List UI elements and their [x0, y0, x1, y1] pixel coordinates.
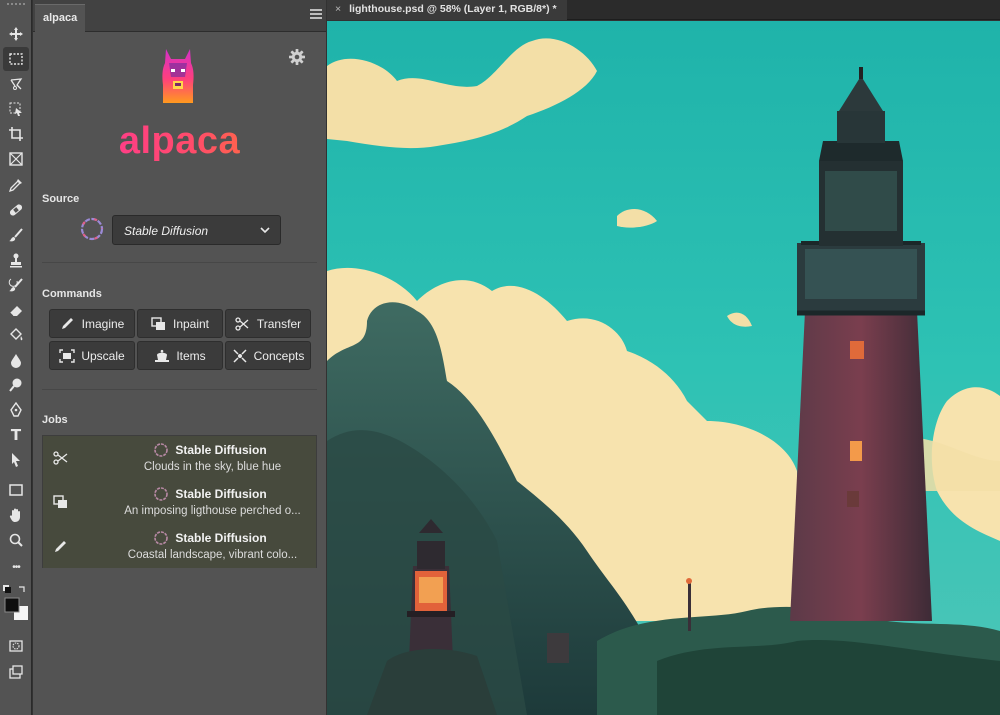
job-title: Stable Diffusion [85, 530, 335, 546]
job-title: Stable Diffusion [85, 442, 335, 458]
object-select-tool-icon[interactable] [3, 97, 29, 121]
concepts-label: Concepts [253, 348, 305, 363]
toolbar-grip[interactable] [7, 3, 25, 7]
crop-tool-icon[interactable] [3, 122, 29, 146]
job-item[interactable]: Stable Diffusion Coastal landscape, vibr… [43, 524, 316, 568]
job-item[interactable]: Stable Diffusion An imposing ligthouse p… [43, 480, 316, 524]
inpaint-button[interactable]: Inpaint [137, 309, 223, 338]
path-select-tool-icon[interactable] [3, 448, 29, 472]
eyedropper-tool-icon[interactable] [3, 173, 29, 197]
tools-panel: T ••• [0, 0, 32, 715]
type-tool-glyph: T [10, 426, 22, 444]
job-title: Stable Diffusion [85, 486, 335, 502]
upscale-label: Upscale [81, 348, 125, 363]
transfer-label: Transfer [256, 316, 302, 331]
job-description: An imposing ligthouse perched o... [124, 505, 301, 517]
job-title-text: Stable Diffusion [175, 487, 267, 501]
blur-tool-icon[interactable] [3, 348, 29, 372]
inpaint-label: Inpaint [172, 316, 210, 331]
chevron-down-icon [260, 227, 270, 234]
layers-icon [151, 316, 165, 330]
source-select[interactable]: Stable Diffusion [112, 215, 281, 245]
document-tab[interactable]: × lighthouse.psd @ 58% (Layer 1, RGB/8*) … [327, 0, 567, 20]
job-description: Coastal landscape, vibrant colo... [127, 549, 298, 561]
document-tab-bar: × lighthouse.psd @ 58% (Layer 1, RGB/8*) … [327, 0, 1000, 20]
color-swatches[interactable] [2, 584, 30, 628]
marquee-tool-icon[interactable] [3, 47, 29, 71]
alpaca-panel: alpaca alpaca Source Stable Diffusion Co… [33, 0, 326, 715]
document-tab-title: lighthouse.psd @ 58% (Layer 1, RGB/8*) * [349, 3, 557, 15]
move-tool-icon[interactable] [3, 22, 29, 46]
dodge-tool-icon[interactable] [3, 373, 29, 397]
section-divider [42, 262, 317, 263]
document-canvas[interactable] [327, 21, 1000, 715]
transfer-icon [235, 316, 249, 331]
imagine-label: Imagine [81, 316, 125, 331]
pen-tool-icon[interactable] [3, 398, 29, 422]
job-item[interactable]: Stable Diffusion Clouds in the sky, blue… [43, 436, 316, 480]
rectangle-tool-icon[interactable] [3, 478, 29, 502]
items-button[interactable]: Items [137, 341, 223, 370]
panel-tab-bar: alpaca [33, 0, 326, 32]
jobs-label: Jobs [42, 414, 68, 426]
frame-tool-icon[interactable] [3, 147, 29, 171]
quick-mask-icon[interactable] [3, 634, 29, 658]
close-icon[interactable]: × [335, 3, 341, 15]
more-tools-icon[interactable]: ••• [3, 555, 29, 579]
more-tools-glyph: ••• [12, 561, 20, 573]
section-divider [42, 389, 317, 390]
brand-name: alpaca [33, 120, 326, 163]
transfer-button[interactable]: Transfer [225, 309, 311, 338]
concepts-button[interactable]: Concepts [225, 341, 311, 370]
history-brush-tool-icon[interactable] [3, 273, 29, 297]
hand-tool-icon[interactable] [3, 503, 29, 527]
transfer-icon [53, 451, 68, 465]
concepts-icon [233, 348, 247, 363]
source-label: Source [42, 193, 80, 205]
job-title-text: Stable Diffusion [175, 443, 267, 457]
upscale-icon [59, 348, 76, 363]
lasso-tool-icon[interactable] [3, 72, 29, 96]
upscale-button[interactable]: Upscale [49, 341, 135, 370]
stable-diffusion-icon [154, 487, 169, 501]
screen-mode-icon[interactable] [3, 660, 29, 684]
stable-diffusion-icon [154, 443, 169, 457]
layers-icon [53, 495, 67, 508]
type-tool-icon[interactable]: T [3, 423, 29, 447]
pencil-icon [61, 317, 73, 329]
alpaca-logo-icon [158, 47, 198, 107]
bucket-tool-icon[interactable] [3, 323, 29, 347]
lighthouse-artwork [327, 21, 1000, 715]
stable-diffusion-icon [154, 531, 169, 545]
healing-tool-icon[interactable] [3, 198, 29, 222]
source-select-value: Stable Diffusion [124, 224, 209, 238]
stamp-tool-icon[interactable] [3, 248, 29, 272]
job-description: Clouds in the sky, blue hue [143, 461, 282, 473]
stable-diffusion-icon [78, 215, 106, 243]
gear-icon[interactable] [287, 47, 307, 67]
commands-label: Commands [42, 288, 102, 300]
items-label: Items [176, 348, 206, 363]
panel-menu-icon[interactable] [310, 9, 322, 21]
zoom-tool-icon[interactable] [3, 528, 29, 552]
items-icon [155, 349, 170, 362]
jobs-list: Stable Diffusion Clouds in the sky, blue… [42, 435, 317, 568]
eraser-tool-icon[interactable] [3, 298, 29, 322]
tab-alpaca[interactable]: alpaca [35, 4, 85, 32]
pencil-icon [55, 541, 66, 552]
imagine-button[interactable]: Imagine [49, 309, 135, 338]
brush-tool-icon[interactable] [3, 223, 29, 247]
job-title-text: Stable Diffusion [175, 531, 267, 545]
photoshop-window: T ••• alpaca alpaca Source Stable Diffus… [0, 0, 1000, 715]
